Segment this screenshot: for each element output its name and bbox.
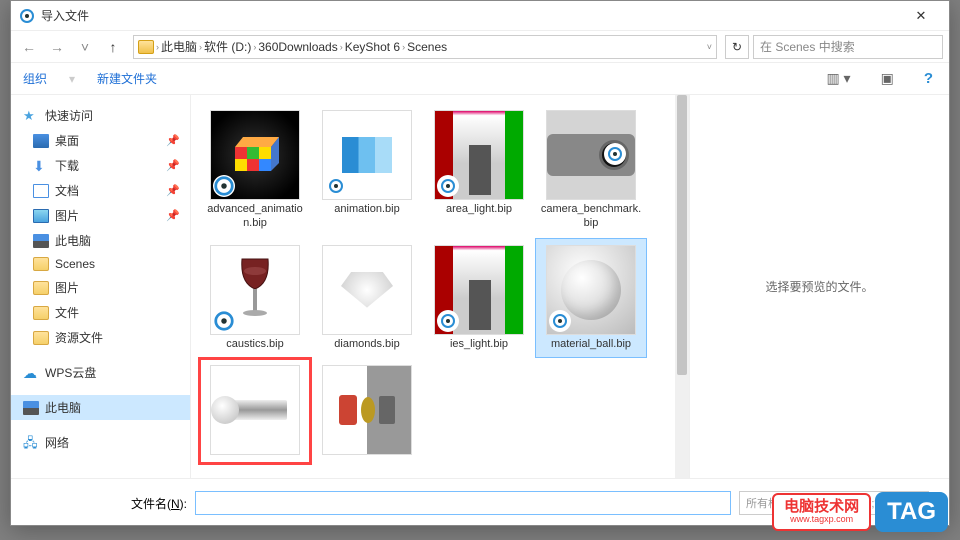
- file-item[interactable]: [311, 358, 423, 464]
- keyshot-overlay-icon: [213, 310, 235, 332]
- sidebar-item-pictures2[interactable]: 图片: [11, 275, 190, 300]
- titlebar: 导入文件 ✕: [11, 1, 949, 31]
- filename-label: 文件名(N):: [131, 495, 187, 512]
- sidebar-network[interactable]: 🖧网络: [11, 430, 190, 455]
- refresh-button[interactable]: ↻: [725, 35, 749, 59]
- sidebar-item-files[interactable]: 文件: [11, 300, 190, 325]
- keyshot-overlay-icon: [437, 310, 459, 332]
- file-item[interactable]: [199, 358, 311, 464]
- file-thumbnail: [322, 245, 412, 335]
- up-button[interactable]: ↑: [101, 35, 125, 59]
- sidebar: ★快速访问 桌面📌 ⬇下载📌 文档📌 图片📌 此电脑 Scenes 图片 文件 …: [11, 95, 191, 478]
- sidebar-thispc-main[interactable]: 此电脑: [11, 395, 190, 420]
- file-name: diamonds.bip: [334, 337, 399, 351]
- file-thumbnail: [434, 110, 524, 200]
- sidebar-item-thispc[interactable]: 此电脑: [11, 228, 190, 253]
- dialog-body: ★快速访问 桌面📌 ⬇下载📌 文档📌 图片📌 此电脑 Scenes 图片 文件 …: [11, 95, 949, 478]
- search-input[interactable]: 在 Scenes 中搜索: [753, 35, 943, 59]
- preview-pane: 选择要预览的文件。: [689, 95, 949, 478]
- breadcrumb-part[interactable]: Scenes: [407, 40, 447, 54]
- watermark: 电脑技术网 www.tagxp.com TAG: [772, 492, 948, 532]
- pin-icon: 📌: [166, 159, 180, 172]
- file-name: material_ball.bip: [551, 337, 631, 351]
- file-item[interactable]: area_light.bip: [423, 103, 535, 238]
- breadcrumb-part[interactable]: 360Downloads: [258, 40, 337, 54]
- toolbar: 组织 ▾ 新建文件夹 ▥ ▾ ▣ ?: [11, 63, 949, 95]
- file-item[interactable]: ies_light.bip: [423, 238, 535, 358]
- import-file-dialog: 导入文件 ✕ ← → ˅ ↑ › 此电脑 › 软件 (D:) › 360Down…: [10, 0, 950, 526]
- sidebar-wps[interactable]: ☁WPS云盘: [11, 360, 190, 385]
- file-thumbnail: [210, 245, 300, 335]
- keyshot-overlay-icon: [325, 310, 347, 332]
- file-item[interactable]: advanced_animation.bip: [199, 103, 311, 238]
- sidebar-item-resources[interactable]: 资源文件: [11, 325, 190, 350]
- scrollbar[interactable]: [675, 95, 689, 478]
- sidebar-item-pictures[interactable]: 图片📌: [11, 203, 190, 228]
- pin-icon: 📌: [166, 134, 180, 147]
- file-item[interactable]: caustics.bip: [199, 238, 311, 358]
- file-grid[interactable]: advanced_animation.bip animation.bip area_…: [191, 95, 689, 478]
- forward-button: →: [45, 35, 69, 59]
- file-thumbnail: [546, 245, 636, 335]
- preview-empty-text: 选择要预览的文件。: [765, 278, 873, 295]
- folder-icon: [138, 40, 154, 54]
- keyshot-overlay-icon: [549, 310, 571, 332]
- file-thumbnail: [322, 365, 412, 455]
- breadcrumb-root[interactable]: 此电脑: [161, 38, 197, 55]
- filename-input[interactable]: [195, 491, 731, 515]
- back-button[interactable]: ←: [17, 35, 41, 59]
- file-name: animation.bip: [334, 202, 399, 216]
- file-thumbnail: [434, 245, 524, 335]
- file-item[interactable]: animation.bip: [311, 103, 423, 238]
- sidebar-item-downloads[interactable]: ⬇下载📌: [11, 153, 190, 178]
- file-name: ies_light.bip: [450, 337, 508, 351]
- chevron-down-icon[interactable]: ˅: [73, 35, 97, 59]
- keyshot-overlay-icon: [604, 143, 626, 165]
- file-thumbnail: [210, 110, 300, 200]
- pin-icon: 📌: [166, 184, 180, 197]
- breadcrumb[interactable]: › 此电脑 › 软件 (D:) › 360Downloads › KeyShot…: [133, 35, 717, 59]
- watermark-tag: TAG: [875, 492, 948, 532]
- file-thumbnail: [546, 110, 636, 200]
- file-item[interactable]: camera_benchmark.bip: [535, 103, 647, 238]
- window-title: 导入文件: [41, 7, 901, 24]
- file-thumbnail: [322, 110, 412, 200]
- view-options-button[interactable]: ▥ ▾: [822, 68, 854, 89]
- app-icon: [19, 8, 35, 24]
- keyshot-overlay-icon: [325, 175, 347, 197]
- watermark-site: 电脑技术网 www.tagxp.com: [772, 493, 871, 531]
- breadcrumb-part[interactable]: KeyShot 6: [345, 40, 400, 54]
- file-name: camera_benchmark.bip: [540, 202, 642, 231]
- navbar: ← → ˅ ↑ › 此电脑 › 软件 (D:) › 360Downloads ›…: [11, 31, 949, 63]
- sidebar-item-desktop[interactable]: 桌面📌: [11, 128, 190, 153]
- sidebar-quick-access[interactable]: ★快速访问: [11, 103, 190, 128]
- organize-button[interactable]: 组织: [23, 70, 47, 87]
- sidebar-item-documents[interactable]: 文档📌: [11, 178, 190, 203]
- preview-pane-button[interactable]: ▣: [877, 68, 898, 89]
- breadcrumb-part[interactable]: 软件 (D:): [204, 38, 251, 55]
- pin-icon: 📌: [166, 209, 180, 222]
- close-button[interactable]: ✕: [901, 2, 941, 30]
- sidebar-item-scenes[interactable]: Scenes: [11, 253, 190, 275]
- file-item[interactable]: material_ball.bip: [535, 238, 647, 358]
- file-item[interactable]: diamonds.bip: [311, 238, 423, 358]
- file-name: area_light.bip: [446, 202, 512, 216]
- file-thumbnail: [210, 365, 300, 455]
- keyshot-overlay-icon: [213, 175, 235, 197]
- chevron-down-icon[interactable]: ˅: [707, 42, 712, 52]
- keyshot-overlay-icon: [437, 175, 459, 197]
- new-folder-button[interactable]: 新建文件夹: [97, 70, 157, 87]
- main-area: advanced_animation.bip animation.bip area_…: [191, 95, 949, 478]
- help-button[interactable]: ?: [920, 68, 937, 89]
